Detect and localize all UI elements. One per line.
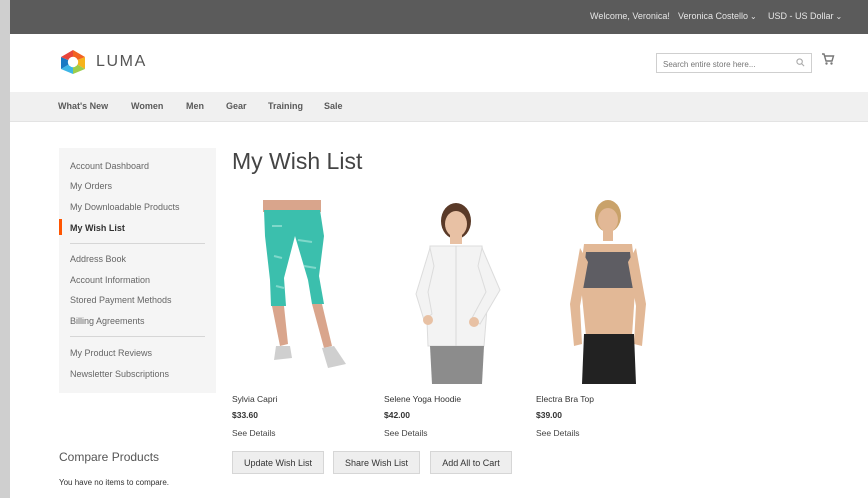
compare-products-title: Compare Products <box>59 450 160 464</box>
sidebar-item-my-wish-list[interactable]: My Wish List <box>70 223 125 233</box>
see-details-link[interactable]: See Details <box>384 428 427 438</box>
product-name-electra-bra-top[interactable]: Electra Bra Top <box>536 394 594 404</box>
product-image-sylvia-capri[interactable] <box>232 196 382 384</box>
product-price-electra-bra-top: $39.00 <box>536 410 562 420</box>
chevron-down-icon: ⌄ <box>750 12 757 21</box>
chevron-down-icon: ⌄ <box>835 12 843 21</box>
product-image-selene-yoga-hoodie[interactable] <box>384 196 534 384</box>
product-price-selene-yoga-hoodie: $42.00 <box>384 410 410 420</box>
share-wish-list-button[interactable]: Share Wish List <box>333 451 420 474</box>
nav-item-training[interactable]: Training <box>268 101 303 111</box>
sidebar-item-stored-payment-methods[interactable]: Stored Payment Methods <box>70 295 172 305</box>
account-sidebar: Account Dashboard My Orders My Downloada… <box>59 148 216 393</box>
sidebar-divider <box>70 336 205 337</box>
luma-logo-icon[interactable] <box>58 49 88 75</box>
page-title: My Wish List <box>232 148 363 174</box>
product-name-selene-yoga-hoodie[interactable]: Selene Yoga Hoodie <box>384 394 461 404</box>
sidebar-item-downloadable-products[interactable]: My Downloadable Products <box>70 202 180 212</box>
sidebar-item-address-book[interactable]: Address Book <box>70 254 126 264</box>
sidebar-item-product-reviews[interactable]: My Product Reviews <box>70 348 152 358</box>
currency-label: USD - US Dollar <box>768 11 834 21</box>
product-name-sylvia-capri[interactable]: Sylvia Capri <box>232 394 277 404</box>
active-indicator <box>59 219 62 235</box>
sidebar-item-account-information[interactable]: Account Information <box>70 275 150 285</box>
see-details-link[interactable]: See Details <box>232 428 275 438</box>
nav-item-sale[interactable]: Sale <box>324 101 343 111</box>
top-bar: Welcome, Veronica! Veronica Costello ⌄ US… <box>10 0 868 34</box>
cart-icon[interactable] <box>821 52 835 66</box>
customer-name: Veronica Costello <box>678 11 749 21</box>
nav-item-whats-new[interactable]: What's New <box>58 101 108 111</box>
nav-item-men[interactable]: Men <box>186 101 204 111</box>
welcome-message: Welcome, Veronica! <box>590 11 670 21</box>
nav-item-women[interactable]: Women <box>131 101 163 111</box>
main-navigation: What's New Women Men Gear Training Sale <box>10 92 868 122</box>
update-wish-list-button[interactable]: Update Wish List <box>232 451 324 474</box>
search-icon[interactable] <box>796 58 805 67</box>
sidebar-item-newsletter-subscriptions[interactable]: Newsletter Subscriptions <box>70 369 169 379</box>
currency-switcher[interactable]: USD - US Dollar ⌄ <box>768 11 842 21</box>
sidebar-divider <box>70 243 205 244</box>
sidebar-item-account-dashboard[interactable]: Account Dashboard <box>70 161 149 171</box>
sidebar-item-my-orders[interactable]: My Orders <box>70 181 112 191</box>
search-input[interactable] <box>657 55 787 74</box>
customer-menu[interactable]: Veronica Costello ⌄ <box>678 11 757 21</box>
logo-text[interactable]: LUMA <box>96 53 147 71</box>
product-price-sylvia-capri: $33.60 <box>232 410 258 420</box>
add-all-to-cart-button[interactable]: Add All to Cart <box>430 451 512 474</box>
sidebar-item-billing-agreements[interactable]: Billing Agreements <box>70 316 145 326</box>
product-image-electra-bra-top[interactable] <box>536 196 686 384</box>
nav-item-gear[interactable]: Gear <box>226 101 247 111</box>
compare-products-empty: You have no items to compare. <box>59 478 169 487</box>
see-details-link[interactable]: See Details <box>536 428 579 438</box>
search-box[interactable] <box>656 53 812 74</box>
